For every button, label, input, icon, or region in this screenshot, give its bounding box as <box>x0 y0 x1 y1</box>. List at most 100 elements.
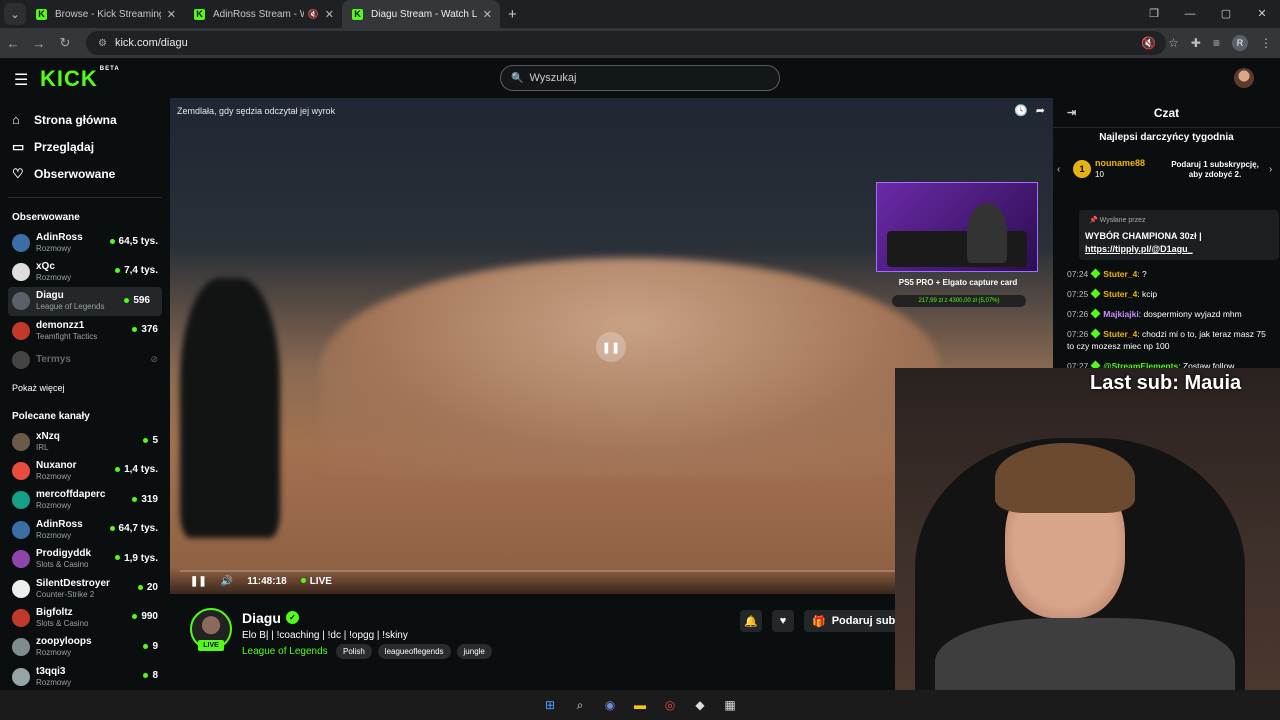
message-text: ? <box>1142 269 1147 279</box>
chevron-right-icon[interactable]: › <box>1269 164 1272 175</box>
channel-item[interactable]: t3qqi3 Rozmowy 8 <box>0 662 170 691</box>
gift-sub-button[interactable]: 🎁 Podaruj subs <box>804 610 904 632</box>
close-tab-icon[interactable]: ✕ <box>483 8 492 21</box>
back-icon[interactable]: ← <box>0 36 26 51</box>
channel-item[interactable]: xQc Rozmowy 7,4 tys. <box>0 257 170 286</box>
steam-icon[interactable]: ◆ <box>692 697 708 713</box>
hamburger-menu-icon[interactable]: ☰ <box>14 70 28 90</box>
channel-item[interactable]: Termys ⊘ <box>0 346 170 375</box>
nav-following[interactable]: ♡ Obserwowane <box>0 160 170 187</box>
verified-icon: ✓ <box>286 611 299 624</box>
channel-item[interactable]: demonzz1 Teamfight Tactics 376 <box>0 316 170 345</box>
pause-button[interactable]: ❚❚ <box>596 332 626 362</box>
channel-item[interactable]: Nuxanor Rozmowy 1,4 tys. <box>0 456 170 485</box>
profile-avatar[interactable]: R <box>1232 35 1248 51</box>
channel-avatar <box>12 351 30 370</box>
message-user[interactable]: Stuter_4 <box>1103 269 1137 279</box>
followed-list: AdinRoss Rozmowy 64,5 tys. xQc Rozmowy 7,4 ty… <box>0 228 170 375</box>
channel-item[interactable]: xNzq IRL 5 <box>0 427 170 456</box>
channel-text: mercoffdaperc Rozmowy <box>36 489 105 511</box>
channel-avatar <box>12 579 30 598</box>
reload-icon[interactable]: ↻ <box>52 35 78 51</box>
close-tab-icon[interactable]: ✕ <box>325 8 334 21</box>
follow-button[interactable]: ♥ <box>772 610 794 632</box>
viewer-count: 596 <box>124 295 150 306</box>
pinned-message: 📌 Wysłane przez WYBÓR CHAMPIONA 30zł | h… <box>1079 210 1279 260</box>
tab-search-icon[interactable]: ⌄ <box>4 3 26 25</box>
viewer-count: 5 <box>143 435 158 446</box>
channel-name: Prodigyddk <box>36 548 92 560</box>
gifter-count: 10 <box>1095 170 1104 179</box>
logo-text: KICK <box>40 66 98 91</box>
chevron-left-icon[interactable]: ‹ <box>1057 164 1060 175</box>
url-field[interactable]: ⚙ kick.com/diagu <box>86 31 1166 55</box>
volume-icon[interactable]: 🔊 <box>221 576 233 587</box>
pause-control-icon[interactable]: ❚❚ <box>190 576 207 587</box>
discord-icon[interactable]: ◉ <box>602 697 618 713</box>
menu-kebab-icon[interactable]: ⋮ <box>1260 36 1272 50</box>
watch-later-icon[interactable]: 🕓 <box>1014 104 1028 117</box>
channel-item[interactable]: AdinRoss Rozmowy 64,7 tys. <box>0 515 170 544</box>
channel-name: AdinRoss <box>36 231 83 243</box>
channel-item[interactable]: SilentDestroyer Counter-Strike 2 20 <box>0 574 170 603</box>
search-input[interactable]: 🔍 Wyszukaj <box>500 65 780 91</box>
search-placeholder: Wyszukaj <box>529 72 577 84</box>
new-tab-icon[interactable]: + <box>508 6 517 23</box>
tab-adinross[interactable]: K AdinRoss Stream - Watch Li 🔇 ✕ <box>184 0 342 28</box>
collapse-chat-icon[interactable]: ⇥ <box>1067 106 1076 119</box>
app-icon[interactable]: ▦ <box>722 697 738 713</box>
media-icon[interactable]: 🔇 <box>1141 36 1156 50</box>
tag-chip[interactable]: Polish <box>336 644 372 659</box>
search-icon[interactable]: ⌕ <box>572 697 588 713</box>
channel-item[interactable]: zoopyloops Rozmowy 9 <box>0 633 170 662</box>
streamer-name[interactable]: Diagu <box>242 610 281 626</box>
extensions-icon[interactable]: ✚ <box>1191 36 1201 50</box>
message-user[interactable]: Stuter_4 <box>1103 329 1137 339</box>
share-icon[interactable]: ➦ <box>1036 104 1045 117</box>
pin-link[interactable]: https://tipply.pl/@D1agu_ <box>1085 243 1202 256</box>
bookmark-star-icon[interactable]: ☆ <box>1168 36 1179 50</box>
viewer-count: 9 <box>143 641 158 652</box>
channel-avatar <box>12 233 30 252</box>
channel-item[interactable]: Diagu League of Legends 596 <box>8 286 162 317</box>
maximize-icon[interactable]: ▢ <box>1208 0 1244 28</box>
site-info-icon[interactable]: ⚙ <box>98 38 107 49</box>
live-indicator[interactable]: LIVE <box>301 576 332 587</box>
user-avatar[interactable] <box>1234 68 1254 88</box>
notification-bell-button[interactable]: 🔔 <box>740 610 762 632</box>
recommended-list: xNzq IRL 5 Nuxanor Rozmowy 1,4 tys. mercoffdap… <box>0 427 170 692</box>
show-more-button[interactable]: Pokaż więcej <box>0 383 170 397</box>
channel-item[interactable]: mercoffdaperc Rozmowy 319 <box>0 486 170 515</box>
folder-icon[interactable]: ▬ <box>632 697 648 713</box>
home-icon: ⌂ <box>12 112 20 127</box>
media-controls-icon[interactable]: ≡ <box>1213 36 1220 50</box>
message-user[interactable]: Majkiajki <box>1103 309 1138 319</box>
tab-browse[interactable]: K Browse - Kick Streaming ✕ <box>26 0 184 28</box>
tab-diagu[interactable]: K Diagu Stream - Watch Live on K ✕ <box>342 0 500 28</box>
close-window-icon[interactable]: ✕ <box>1244 0 1280 28</box>
minimize-icon[interactable]: — <box>1172 0 1208 28</box>
channel-item[interactable]: AdinRoss Rozmowy 64,5 tys. <box>0 228 170 257</box>
kick-logo[interactable]: KICK BETA <box>40 66 120 92</box>
stream-category[interactable]: League of Legends <box>242 646 328 657</box>
nav-browse[interactable]: ▭ Przeglądaj <box>0 133 170 160</box>
channel-item[interactable]: Bigfoltz Slots & Casino 990 <box>0 603 170 632</box>
user-badge-icon <box>1090 308 1101 319</box>
close-tab-icon[interactable]: ✕ <box>167 8 176 21</box>
channel-item[interactable]: Prodigyddk Slots & Casino 1,9 tys. <box>0 545 170 574</box>
chrome-icon[interactable]: ◎ <box>662 697 678 713</box>
message-user[interactable]: Stuter_4 <box>1103 289 1137 299</box>
gifter-name[interactable]: nouname88 <box>1095 158 1145 168</box>
mute-tab-icon[interactable]: 🔇 <box>308 9 319 20</box>
forward-icon[interactable]: → <box>26 36 52 51</box>
tab-strip-icon[interactable]: ❐ <box>1136 0 1172 28</box>
nav-home[interactable]: ⌂ Strona główna <box>0 106 170 133</box>
tag-chip[interactable]: jungle <box>456 644 492 659</box>
window-controls: ❐ — ▢ ✕ <box>1136 0 1280 28</box>
message-text: kcip <box>1142 289 1158 299</box>
tag-chip[interactable]: leagueoflegends <box>377 644 451 659</box>
channel-name: xNzq <box>36 430 60 442</box>
viewer-count: 1,4 tys. <box>115 464 158 475</box>
search-icon: 🔍 <box>511 72 524 84</box>
windows-start-icon[interactable]: ⊞ <box>542 697 558 713</box>
